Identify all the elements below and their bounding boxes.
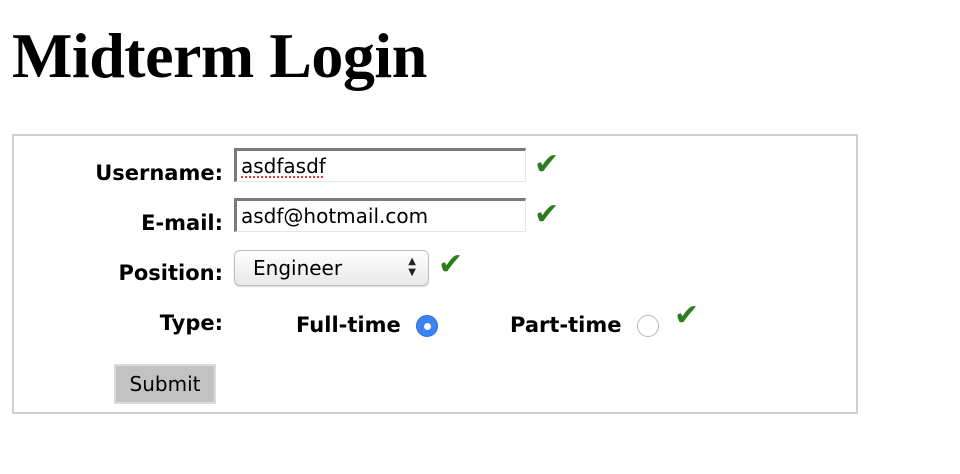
type-option-fulltime-label: Full-time — [296, 313, 401, 337]
email-input[interactable]: asdf@hotmail.com — [234, 198, 526, 232]
submit-button[interactable]: Submit — [114, 364, 216, 404]
username-value: asdfasdf — [241, 154, 326, 178]
type-parttime-radio[interactable] — [637, 315, 659, 337]
type-label: Type: — [159, 311, 223, 335]
type-valid-check-icon: ✔ — [674, 298, 700, 333]
position-select[interactable]: Engineer ▲ ▼ — [234, 250, 429, 286]
email-label: E-mail: — [141, 211, 223, 235]
type-fulltime-radio[interactable] — [416, 315, 438, 337]
type-option-parttime-label: Part-time — [510, 313, 622, 337]
username-input[interactable]: asdfasdf — [234, 148, 526, 182]
select-arrows-icon: ▲ ▼ — [408, 256, 416, 278]
email-valid-check-icon: ✔ — [534, 197, 560, 232]
username-valid-check-icon: ✔ — [534, 147, 560, 182]
position-label: Position: — [118, 261, 223, 285]
position-valid-check-icon: ✔ — [438, 247, 464, 282]
page-title: Midterm Login — [12, 20, 427, 91]
position-selected-value: Engineer — [253, 256, 343, 280]
email-value: asdf@hotmail.com — [241, 204, 429, 228]
username-label: Username: — [95, 161, 223, 185]
